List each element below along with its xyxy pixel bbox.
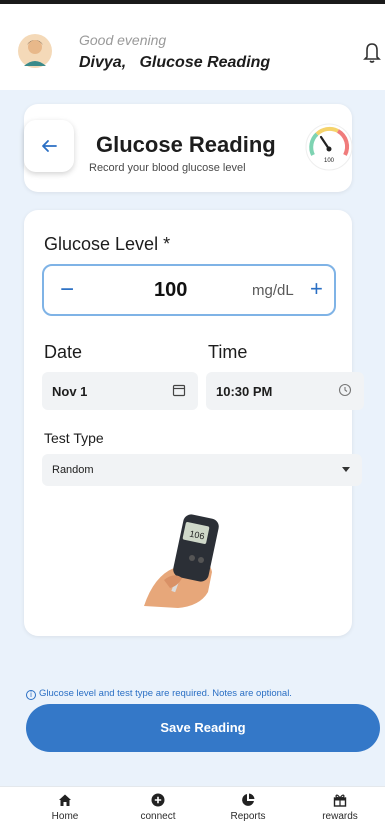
app-header: Good evening Divya, Glucose Reading <box>0 4 385 90</box>
required-fields-notice: i Glucose level and test type are require… <box>26 688 292 700</box>
arrow-left-icon <box>42 140 57 152</box>
date-field[interactable]: Nov 1 <box>42 372 198 410</box>
glucose-unit: mg/dL <box>252 282 294 299</box>
pie-chart-icon <box>242 793 255 806</box>
increment-button[interactable]: + <box>310 276 323 302</box>
glucose-level-stepper: − 100 mg/dL + <box>42 264 336 316</box>
test-type-label: Test Type <box>44 430 104 446</box>
page-title: Glucose Reading <box>96 132 276 157</box>
nav-reports-label: Reports <box>230 811 266 822</box>
bottom-navigation: Home connect Reports rewards <box>0 786 385 834</box>
glucose-level-label: Glucose Level * <box>44 234 171 254</box>
date-value: Nov 1 <box>52 384 88 399</box>
glucose-value[interactable]: 100 <box>154 279 187 302</box>
nav-connect[interactable]: connect <box>128 793 188 822</box>
nav-rewards-label: rewards <box>322 811 358 822</box>
gift-icon <box>333 794 347 807</box>
time-label: Time <box>208 342 248 362</box>
calendar-icon[interactable] <box>172 383 186 397</box>
greeting-text: Good evening <box>79 32 167 48</box>
nav-home-label: Home <box>51 811 79 822</box>
page-label: Glucose Reading <box>139 54 271 71</box>
nav-home[interactable]: Home <box>35 793 95 822</box>
page-subtitle: Record your blood glucose level <box>89 162 246 174</box>
nav-reports[interactable]: Reports <box>218 793 278 822</box>
nav-connect-label: connect <box>140 811 176 822</box>
nav-rewards[interactable]: rewards <box>310 793 370 822</box>
decrement-button[interactable]: − <box>60 276 74 304</box>
reading-form: Glucose Level * − 100 mg/dL + Date Time … <box>24 210 364 636</box>
test-type-select[interactable]: Random <box>42 454 362 486</box>
notice-text: Glucose level and test type are required… <box>39 688 292 699</box>
clock-icon[interactable] <box>338 383 352 397</box>
test-type-value: Random <box>52 464 94 476</box>
time-value: 10:30 PM <box>216 384 273 399</box>
gauge-icon: 100 <box>305 123 353 171</box>
time-field[interactable]: 10:30 PM <box>206 372 364 410</box>
glucose-meter-illustration: 106 <box>144 514 219 608</box>
user-name: Divya, <box>79 54 127 71</box>
gauge-value: 100 <box>324 158 335 164</box>
info-icon: i <box>26 690 36 700</box>
bell-icon[interactable] <box>362 40 382 64</box>
back-button[interactable] <box>24 120 74 172</box>
date-label: Date <box>44 342 83 362</box>
chevron-down-icon[interactable] <box>342 467 350 472</box>
user-avatar[interactable] <box>18 32 52 70</box>
greeting-name: Divya, Glucose Reading <box>79 54 270 72</box>
home-icon <box>59 794 71 806</box>
plus-circle-icon <box>151 793 165 807</box>
save-reading-button[interactable]: Save Reading <box>26 704 380 752</box>
title-card: Glucose Reading Record your blood glucos… <box>24 104 353 192</box>
